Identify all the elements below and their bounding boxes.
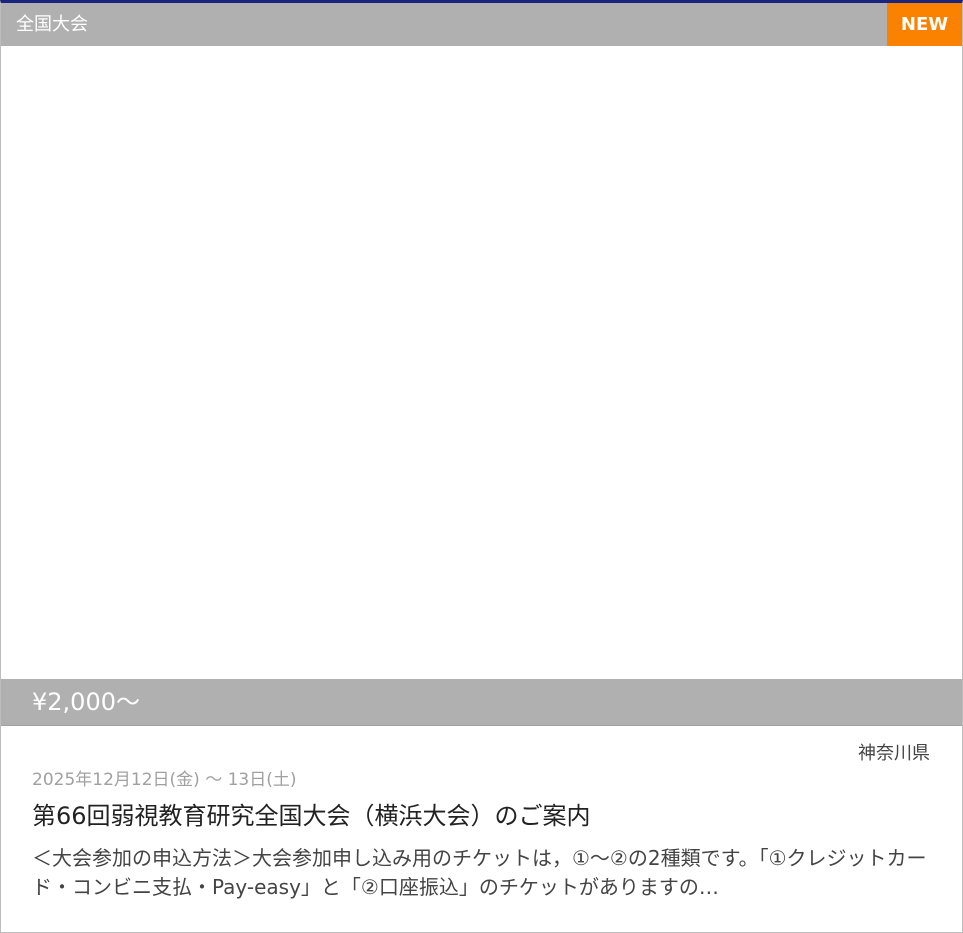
category-label: 全国大会 bbox=[16, 14, 88, 35]
category-bar: 全国大会 NEW bbox=[1, 3, 962, 46]
price-bar: ¥2,000〜 bbox=[1, 679, 962, 726]
event-title[interactable]: 第66回弱視教育研究全国大会（横浜大会）のご案内 bbox=[32, 799, 591, 833]
event-image[interactable] bbox=[1, 46, 962, 679]
prefecture-label: 神奈川県 bbox=[858, 743, 930, 764]
price-label: ¥2,000〜 bbox=[32, 688, 140, 716]
event-date: 2025年12月12日(金) 〜 13日(土) bbox=[32, 770, 297, 790]
event-description: ＜大会参加の申込方法＞大会参加申し込み用のチケットは，①〜②の2種類です。「①ク… bbox=[32, 846, 927, 899]
new-badge: NEW bbox=[887, 3, 962, 46]
event-card[interactable]: 全国大会 NEW ¥2,000〜 神奈川県 2025年12月12日(金) 〜 1… bbox=[0, 0, 963, 933]
